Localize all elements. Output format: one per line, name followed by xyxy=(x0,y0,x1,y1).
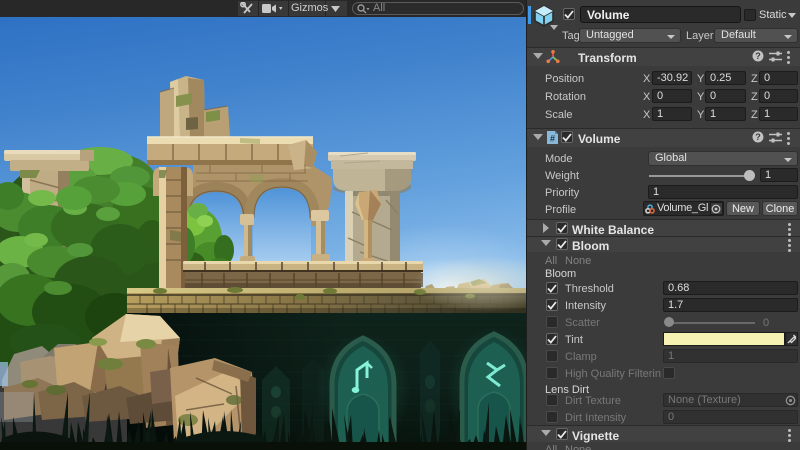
svg-text:?: ? xyxy=(755,51,761,61)
svg-text:?: ? xyxy=(755,132,761,142)
svg-text:#: # xyxy=(550,134,555,144)
